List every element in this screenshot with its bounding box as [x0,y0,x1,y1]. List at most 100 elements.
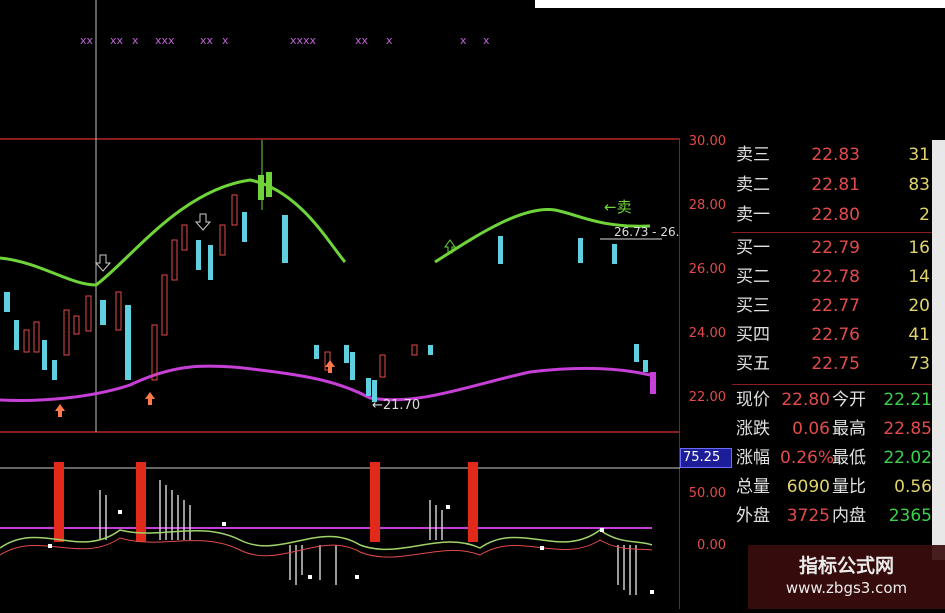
stat-value: 6090 [786,477,830,497]
candle [33,321,40,353]
candle [115,291,122,331]
tick-label: 50.00 [688,486,726,501]
candle [171,239,178,281]
candle [125,305,131,380]
candle [161,274,168,336]
down-arrow-icon [194,213,212,231]
tick-label: 28.00 [688,198,726,213]
candle [258,175,264,200]
row-price: 22.81 [811,175,860,195]
marker: x [483,34,490,47]
candle [314,345,319,359]
row-label: 卖一 [736,205,770,225]
right-toolbar[interactable] [932,140,945,560]
ma-short-line [0,364,651,402]
stat-row: 现价 22.80 今开 22.21 [732,387,932,413]
low-label: ←21.70 [372,398,420,413]
row-price: 22.83 [811,145,860,165]
watermark-title: 指标公式网 [798,555,894,577]
stat-label: 内盘 [832,506,866,526]
row-label: 买四 [736,325,770,345]
histogram [99,480,637,595]
bid-row-3[interactable]: 买三 22.77 20 [732,293,932,319]
bid-row-1[interactable]: 买一 22.79 16 [732,235,932,261]
candle [379,354,386,378]
candle [498,236,503,264]
candle [231,194,238,226]
bid-row-4[interactable]: 买四 22.76 41 [732,322,932,348]
marker: x [460,34,467,47]
bid-row-2[interactable]: 买二 22.78 14 [732,264,932,290]
tick-label: 0.00 [697,538,726,553]
candle [23,329,30,353]
tick-label: 24.00 [688,326,726,341]
marker: xxxx [290,34,317,47]
tick-label: 30.00 [688,134,726,149]
stat-value: 0.06 [792,419,830,439]
marker: x [222,34,229,47]
stat-label: 量比 [832,477,866,497]
candle [578,238,583,263]
up-arrow-icon [55,404,65,417]
bid-row-5[interactable]: 买五 22.75 73 [732,351,932,377]
divider [732,232,932,233]
stat-label: 现价 [736,390,770,410]
candlestick-chart[interactable]: xx xx x xxx xx x xxxx xx x x x ←卖 26.73 … [0,0,687,609]
candle [411,344,418,356]
sell-label: ←卖 [604,198,632,216]
candle [350,352,355,380]
row-label: 买五 [736,354,770,374]
stat-row: 涨幅 0.26% 最低 22.02 [732,445,932,471]
ma-long-line [0,178,651,287]
candle [4,292,10,312]
candle [100,300,106,325]
signal-bar [136,462,146,542]
ask-row-3[interactable]: 卖三 22.83 31 [732,142,932,168]
candle [63,309,70,356]
row-label: 买一 [736,238,770,258]
ask-row-1[interactable]: 卖一 22.80 2 [732,202,932,228]
chart-svg: xx xx x xxx xx x xxxx xx x x x ←卖 26.73 … [0,0,687,609]
row-volume: 83 [908,175,930,195]
signal-bar [468,462,478,542]
up-arrow-icon [325,360,335,373]
marker: xx [355,34,369,47]
signal-arrows [55,213,456,417]
candle [208,245,213,280]
row-volume: 14 [908,267,930,287]
stat-value: 2365 [888,506,932,526]
stat-label: 外盘 [736,506,770,526]
candle [52,360,57,380]
row-price: 22.79 [811,238,860,258]
stat-value: 22.21 [883,390,932,410]
row-price: 22.76 [811,325,860,345]
ask-row-2[interactable]: 卖二 22.81 83 [732,172,932,198]
candle [266,172,272,197]
marker: x [132,34,139,47]
k-line [0,529,653,551]
row-volume: 73 [908,354,930,374]
candle [73,315,80,335]
candle [643,360,648,372]
row-price: 22.78 [811,267,860,287]
candle [612,244,617,264]
stat-value: 22.80 [781,390,830,410]
row-volume: 16 [908,238,930,258]
marker: x [386,34,393,47]
tick-label: 26.00 [688,262,726,277]
marker: xx [110,34,124,47]
candle [151,324,158,381]
stat-label: 涨幅 [736,448,770,468]
stat-value: 0.56 [894,477,932,497]
candle [85,295,92,332]
candle [219,224,226,256]
stat-value: 22.02 [883,448,932,468]
price-axis: 30.00 28.00 26.00 24.00 22.00 50.00 0.00 [680,134,732,609]
stat-label: 涨跌 [736,419,770,439]
indicator-pane [0,462,654,595]
candle [650,372,656,394]
stat-value: 3725 [786,506,830,526]
candle [634,344,639,362]
stat-row: 外盘 3725 内盘 2365 [732,503,932,529]
row-volume: 2 [919,205,930,225]
